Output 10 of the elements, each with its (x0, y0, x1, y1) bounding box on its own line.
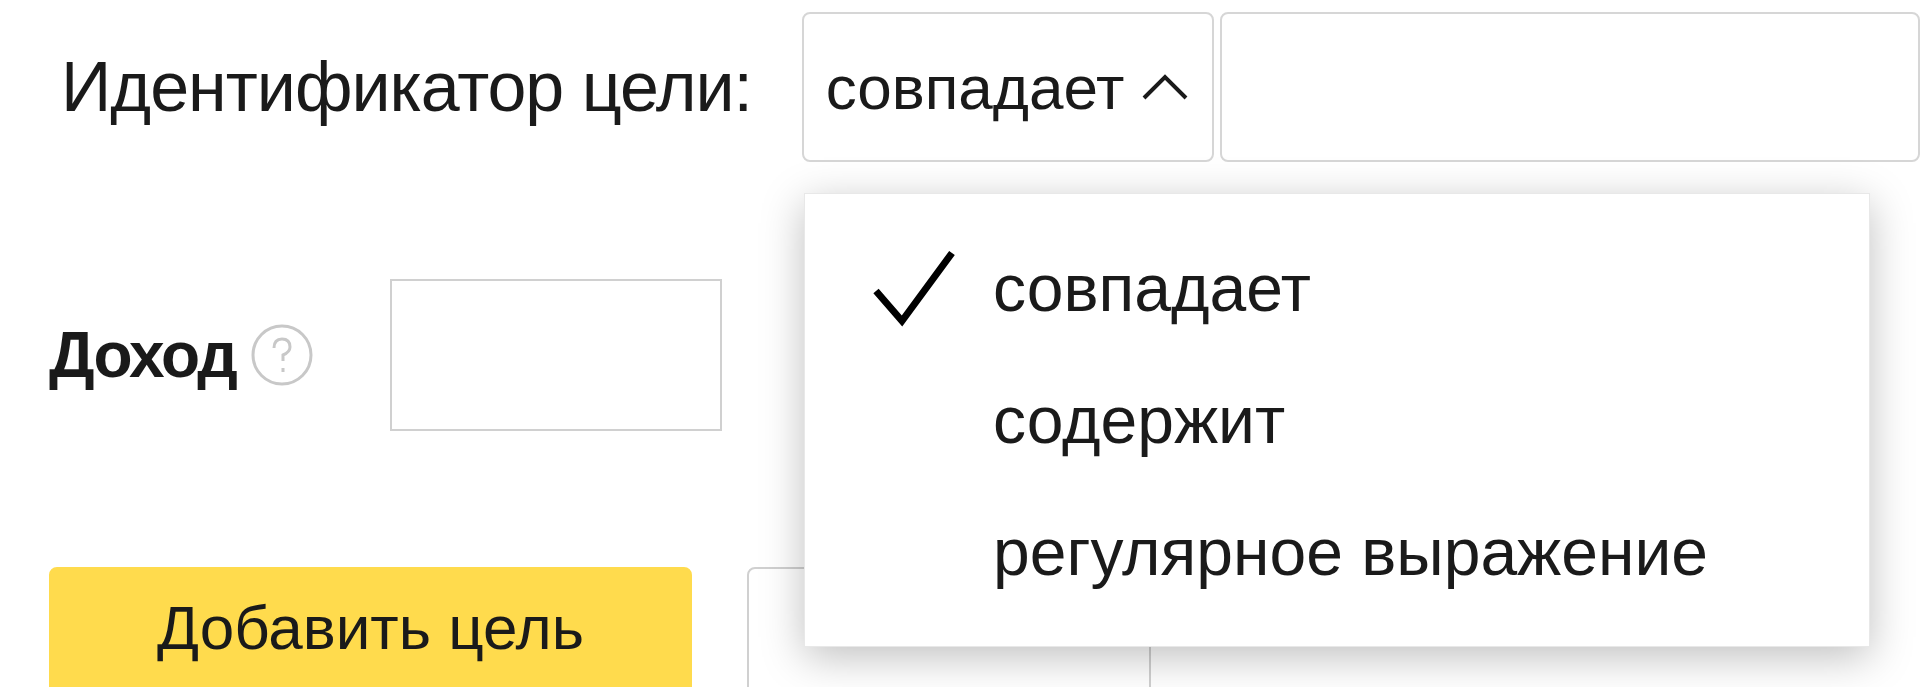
dropdown-option[interactable]: содержит (993, 370, 1286, 470)
field-label: Идентификатор цели: (61, 47, 753, 126)
field-label: Доход (49, 318, 236, 393)
help-icon[interactable] (249, 323, 314, 387)
value-input[interactable] (1220, 12, 1920, 162)
dropdown-option[interactable]: совпадает (993, 238, 1311, 338)
add-goal-button[interactable]: Добавить цель (49, 567, 692, 687)
dropdown-option[interactable]: регулярное выражение (993, 502, 1708, 602)
match-select[interactable]: совпадает (802, 12, 1214, 162)
income-input[interactable] (389, 279, 722, 431)
